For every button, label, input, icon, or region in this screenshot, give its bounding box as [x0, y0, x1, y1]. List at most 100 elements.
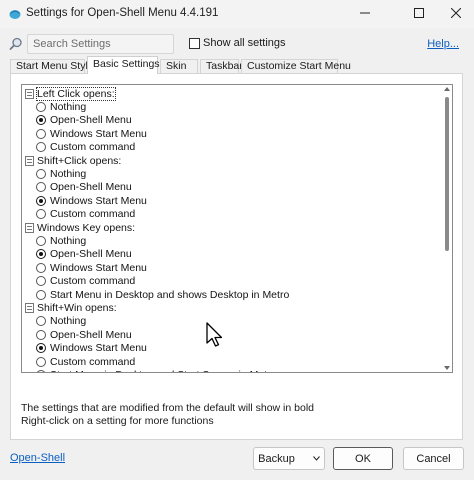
radio-option-label: Open-Shell Menu — [50, 181, 132, 194]
settings-group-row[interactable]: Left Click opens: — [25, 86, 116, 101]
radio-option-label: Custom command — [50, 141, 136, 154]
minimize-button[interactable] — [347, 0, 383, 26]
cancel-button[interactable]: Cancel — [403, 447, 464, 470]
tab-taskbar[interactable]: Taskbar — [200, 59, 243, 74]
radio-option-label: Start Menu in Desktop and shows Desktop … — [50, 288, 290, 301]
tab-panel: Left Click opens: Nothing Open-Shell Menu W… — [10, 73, 463, 440]
settings-group-row[interactable]: Windows Key opens: — [25, 221, 135, 234]
window-title: Settings for Open-Shell Menu 4.4.191 — [26, 7, 219, 19]
radio-unselected[interactable] — [36, 289, 46, 300]
settings-tree[interactable]: Left Click opens: Nothing Open-Shell Menu W… — [21, 84, 453, 373]
radio-option-row[interactable]: Custom command — [36, 141, 135, 154]
title-bar: Settings for Open-Shell Menu 4.4.191 — [0, 0, 474, 28]
tab-customize-start-menu[interactable]: Customize Start Menu — [241, 59, 351, 74]
radio-option-label: Nothing — [50, 315, 87, 328]
radio-option-row[interactable]: Open-Shell Menu — [36, 181, 132, 194]
radio-option-row[interactable]: Custom command — [36, 275, 135, 288]
radio-option-label: Open-Shell Menu — [50, 248, 132, 261]
settings-group-label: Left Click opens: — [36, 86, 116, 101]
settings-group-icon — [25, 222, 34, 233]
radio-unselected[interactable] — [36, 182, 46, 193]
app-shell-icon — [9, 10, 21, 19]
radio-option-row[interactable]: Windows Start Menu — [36, 194, 147, 207]
info-text-bold: The settings that are modified from the … — [21, 402, 314, 414]
radio-option-label: Custom command — [50, 275, 136, 288]
settings-group-row[interactable]: Shift+Click opens: — [25, 154, 121, 167]
scroll-down-arrow[interactable] — [444, 366, 450, 370]
radio-option-label: Custom command — [50, 355, 136, 368]
search-icon — [9, 37, 22, 50]
maximize-button[interactable] — [401, 0, 437, 26]
radio-option-row[interactable]: Start Menu in Desktop and shows Desktop … — [36, 288, 289, 301]
backup-button[interactable]: Backup — [253, 447, 325, 470]
radio-option-row[interactable]: Custom command — [36, 355, 135, 368]
mouse-pointer-icon — [206, 322, 223, 347]
radio-option-row[interactable]: Open-Shell Menu — [36, 114, 132, 127]
radio-option-label: Open-Shell Menu — [50, 328, 132, 341]
radio-option-label: Start Menu in Desktop and Start Screen i… — [50, 369, 276, 372]
radio-unselected[interactable] — [36, 128, 46, 139]
radio-unselected[interactable] — [36, 209, 46, 220]
radio-unselected[interactable] — [36, 370, 46, 372]
settings-group-icon — [25, 155, 34, 166]
settings-group-label: Windows Key opens: — [37, 221, 136, 234]
settings-group-label: Shift+Click opens: — [37, 154, 122, 167]
scroll-up-arrow[interactable] — [444, 87, 450, 91]
tab-basic-settings[interactable]: Basic Settings — [87, 56, 160, 74]
radio-option-label: Custom command — [50, 208, 136, 221]
radio-unselected[interactable] — [36, 102, 46, 113]
settings-group-row[interactable]: Shift+Win opens: — [25, 301, 117, 314]
settings-group-label: Shift+Win opens: — [37, 302, 117, 315]
chevron-down-icon — [312, 456, 320, 461]
ok-button[interactable]: OK — [333, 447, 393, 470]
show-all-settings-checkbox[interactable]: Show all settings — [189, 37, 286, 49]
checkbox-box[interactable] — [189, 37, 200, 49]
settings-group-icon — [25, 88, 34, 99]
radio-unselected[interactable] — [36, 262, 46, 273]
show-all-settings-label: Show all settings — [203, 37, 286, 49]
radio-option-row[interactable]: Windows Start Menu — [36, 261, 147, 274]
radio-selected[interactable] — [36, 249, 46, 260]
radio-unselected[interactable] — [36, 142, 46, 153]
radio-option-row[interactable]: Nothing — [36, 167, 86, 180]
radio-option-row[interactable]: Nothing — [36, 100, 86, 113]
radio-unselected[interactable] — [36, 356, 46, 367]
radio-option-row[interactable]: Start Menu in Desktop and Start Screen i… — [36, 368, 276, 372]
backup-label: Backup — [258, 452, 295, 465]
radio-selected[interactable] — [36, 195, 46, 206]
radio-option-label: Windows Start Menu — [50, 261, 147, 274]
radio-selected[interactable] — [36, 115, 46, 126]
radio-option-label: Nothing — [50, 101, 87, 114]
scrollbar-thumb[interactable] — [445, 97, 449, 251]
radio-option-label: Windows Start Menu — [50, 194, 147, 207]
open-shell-link[interactable]: Open-Shell — [10, 452, 65, 464]
radio-option-row[interactable]: Windows Start Menu — [36, 342, 147, 355]
radio-unselected[interactable] — [36, 329, 46, 340]
radio-option-row[interactable]: Nothing — [36, 315, 86, 328]
info-text-rightclick: Right-click on a setting for more functi… — [21, 415, 214, 427]
radio-unselected[interactable] — [36, 276, 46, 287]
radio-option-label: Windows Start Menu — [50, 342, 147, 355]
close-icon — [451, 8, 461, 18]
radio-option-label: Nothing — [50, 168, 87, 181]
help-link[interactable]: Help... — [427, 38, 459, 50]
close-button[interactable] — [438, 0, 474, 26]
maximize-icon — [414, 8, 424, 18]
radio-option-label: Open-Shell Menu — [50, 114, 132, 127]
tab-skin[interactable]: Skin — [160, 59, 198, 74]
search-input[interactable] — [27, 34, 174, 54]
radio-option-label: Nothing — [50, 235, 87, 248]
radio-unselected[interactable] — [36, 236, 46, 247]
radio-option-row[interactable]: Open-Shell Menu — [36, 248, 132, 261]
tab-start-menu-style[interactable]: Start Menu Style — [10, 59, 94, 74]
minimize-icon — [360, 12, 370, 14]
settings-group-icon — [25, 303, 34, 314]
radio-option-row[interactable]: Nothing — [36, 234, 86, 247]
radio-unselected[interactable] — [36, 169, 46, 180]
radio-option-row[interactable]: Windows Start Menu — [36, 127, 147, 140]
radio-option-row[interactable]: Open-Shell Menu — [36, 328, 132, 341]
radio-unselected[interactable] — [36, 316, 46, 327]
radio-option-row[interactable]: Custom command — [36, 208, 135, 221]
radio-selected[interactable] — [36, 343, 46, 354]
radio-option-label: Windows Start Menu — [50, 127, 147, 140]
